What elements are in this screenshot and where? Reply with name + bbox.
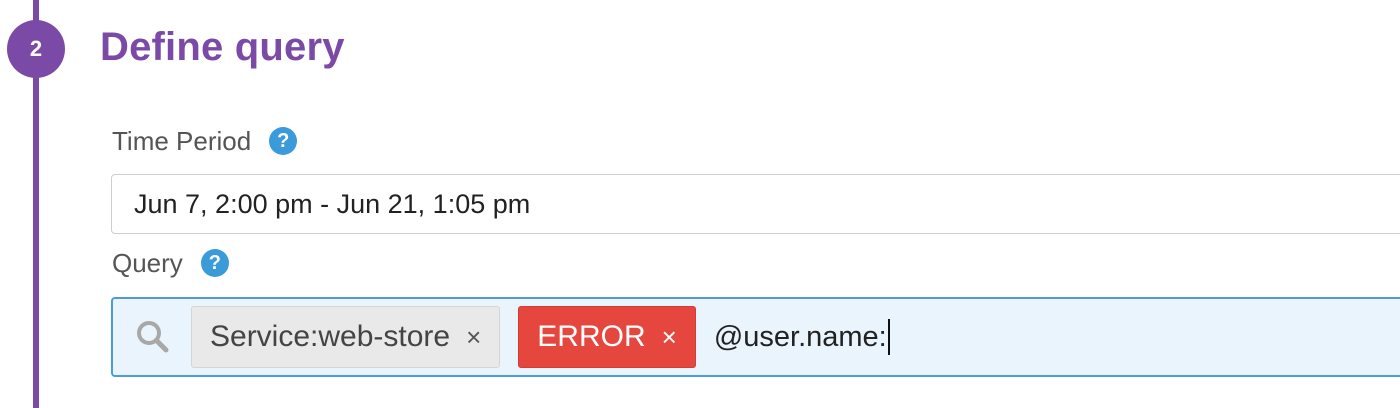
query-text-input[interactable]: @user.name: bbox=[714, 319, 890, 355]
query-label: Query bbox=[112, 248, 183, 278]
search-icon bbox=[137, 321, 169, 353]
define-query-section: 2 Define query Time Period ? Jun 7, 2:00… bbox=[0, 0, 1400, 408]
query-input-text: @user.name: bbox=[713, 320, 887, 353]
error-chip-remove-icon[interactable]: × bbox=[662, 322, 677, 353]
error-filter-chip[interactable]: ERROR × bbox=[518, 306, 696, 368]
time-period-label-row: Time Period ? bbox=[112, 124, 298, 158]
service-filter-chip[interactable]: Service:web-store × bbox=[191, 306, 501, 368]
time-period-input[interactable]: Jun 7, 2:00 pm - Jun 21, 1:05 pm bbox=[111, 174, 1400, 234]
text-caret bbox=[887, 319, 890, 355]
service-chip-remove-icon[interactable]: × bbox=[466, 322, 481, 353]
error-chip-label: ERROR bbox=[537, 320, 646, 353]
step-number: 2 bbox=[29, 36, 43, 61]
query-help-icon[interactable]: ? bbox=[200, 249, 229, 277]
time-period-value: Jun 7, 2:00 pm - Jun 21, 1:05 pm bbox=[134, 188, 531, 219]
step-number-badge: 2 bbox=[7, 20, 65, 78]
service-chip-label: Service:web-store bbox=[210, 320, 451, 353]
time-period-label: Time Period bbox=[112, 126, 252, 156]
query-label-row: Query ? bbox=[112, 246, 229, 280]
section-title: Define query bbox=[100, 25, 345, 69]
query-search-box[interactable]: Service:web-store × ERROR × @user.name: bbox=[111, 297, 1400, 377]
time-period-help-icon[interactable]: ? bbox=[269, 127, 298, 155]
